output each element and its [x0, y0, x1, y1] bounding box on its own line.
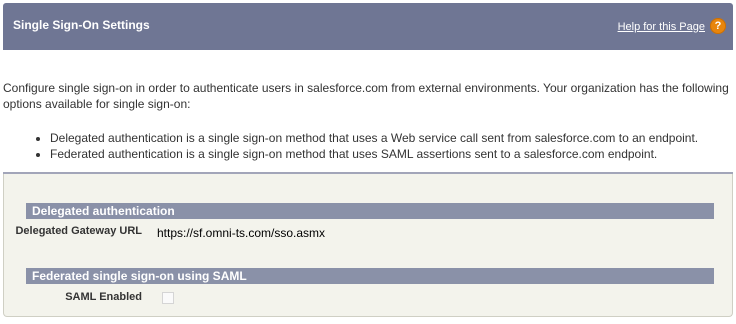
saml-enabled-checkbox — [162, 292, 174, 304]
intro-text: Configure single sign-on in order to aut… — [3, 81, 729, 111]
list-item: Federated authentication is a single sig… — [50, 146, 698, 162]
help-icon[interactable]: ? — [710, 18, 726, 34]
page-title: Single Sign-On Settings — [13, 18, 150, 32]
page-header: Single Sign-On Settings Help for this Pa… — [3, 3, 733, 50]
federated-section-header: Federated single sign-on using SAML — [26, 268, 714, 284]
delegated-section-header: Delegated authentication — [26, 203, 714, 219]
sso-options-list: Delegated authentication is a single sig… — [30, 130, 698, 162]
saml-enabled-label: SAML Enabled — [65, 291, 142, 303]
delegated-gateway-url-label: Delegated Gateway URL — [15, 225, 142, 237]
list-item: Delegated authentication is a single sig… — [50, 130, 698, 146]
delegated-gateway-url-value: https://sf.omni-ts.com/sso.asmx — [157, 226, 326, 240]
help-link[interactable]: Help for this Page — [618, 21, 705, 33]
settings-panel: Delegated authentication Delegated Gatew… — [3, 174, 733, 317]
